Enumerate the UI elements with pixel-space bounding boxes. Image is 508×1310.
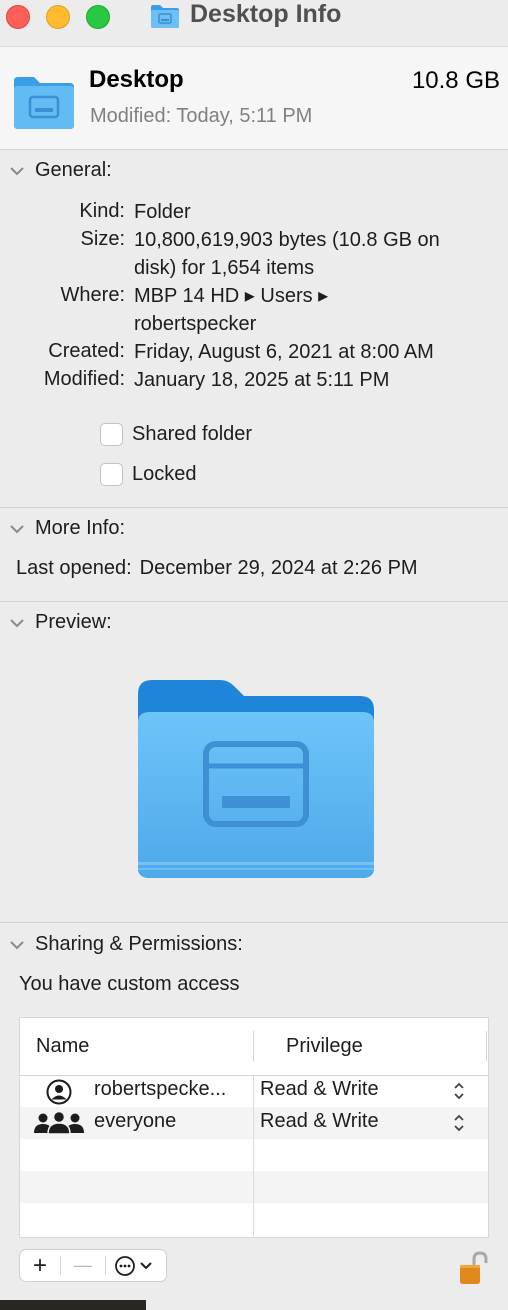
close-button[interactable] — [6, 5, 30, 29]
section-sharing[interactable]: Sharing & Permissions: — [8, 930, 243, 958]
section-sharing-label: Sharing & Permissions: — [35, 932, 243, 955]
shared-folder-label: Shared folder — [132, 423, 253, 445]
last-opened-value: December 29, 2024 at 2:26 PM — [139, 557, 418, 579]
size-value: 10,800,619,903 bytes (10.8 GB on disk) f… — [134, 226, 500, 282]
folder-icon — [151, 5, 179, 28]
zoom-button[interactable] — [86, 5, 110, 29]
locked-label: Locked — [132, 463, 197, 485]
section-general-label: General: — [35, 158, 112, 181]
info-header: Desktop 10.8 GB Modified: Today, 5:11 PM — [0, 46, 508, 150]
locked-checkbox[interactable]: Locked — [100, 463, 197, 486]
modified-value: January 18, 2025 at 5:11 PM — [134, 369, 390, 391]
permissions-toolbar: + — — [19, 1249, 167, 1282]
section-preview-label: Preview: — [35, 610, 112, 633]
created-label: Created: — [48, 340, 125, 362]
item-name: Desktop — [89, 66, 184, 93]
privilege-stepper-icon[interactable] — [452, 1112, 466, 1134]
row-privilege[interactable]: Read & Write — [260, 1110, 379, 1133]
chevron-down-icon — [10, 525, 24, 534]
divider — [0, 507, 508, 508]
item-size: 10.8 GB — [411, 67, 500, 94]
table-row-empty — [20, 1139, 488, 1171]
kind-value: Folder — [134, 201, 191, 223]
shared-folder-checkbox-box[interactable] — [100, 423, 123, 446]
size-value-line1: 10,800,619,903 bytes (10.8 GB on — [134, 229, 440, 251]
section-more-info[interactable]: More Info: — [8, 514, 125, 542]
divider — [0, 601, 508, 602]
size-label: Size: — [80, 228, 125, 250]
created-value: Friday, August 6, 2021 at 8:00 AM — [134, 341, 434, 363]
lock-icon[interactable] — [458, 1250, 490, 1286]
item-modified: Modified: Today, 5:11 PM — [90, 105, 313, 127]
section-general[interactable]: General: — [8, 156, 112, 184]
row-name: robertspecke... — [94, 1078, 227, 1100]
minimize-button[interactable] — [46, 5, 70, 29]
table-row-empty — [20, 1203, 488, 1235]
row-privilege[interactable]: Read & Write — [260, 1078, 379, 1101]
section-more-info-label: More Info: — [35, 516, 126, 539]
row-name: everyone — [94, 1110, 177, 1132]
title-bar: Desktop Info — [0, 0, 508, 46]
where-value-line1: MBP 14 HD ▸ Users ▸ — [134, 285, 329, 307]
desktop-folder-icon — [14, 77, 74, 129]
column-separator — [486, 1031, 487, 1061]
desktop-edge — [0, 1300, 146, 1310]
where-label: Where: — [60, 284, 125, 306]
access-text: You have custom access — [19, 973, 240, 995]
chevron-down-icon — [10, 167, 24, 176]
column-divider — [253, 1076, 254, 1238]
divider — [0, 922, 508, 923]
table-row[interactable]: everyone Read & Write — [20, 1107, 488, 1139]
chevron-down-icon — [10, 619, 24, 628]
window-title: Desktop Info — [190, 0, 342, 28]
column-header-name[interactable]: Name — [36, 1018, 89, 1075]
ellipsis-circle-icon — [115, 1255, 152, 1276]
shared-folder-checkbox[interactable]: Shared folder — [100, 423, 252, 446]
kind-label: Kind: — [79, 200, 125, 222]
where-value: MBP 14 HD ▸ Users ▸ robertspecker — [134, 282, 500, 338]
table-row[interactable]: robertspecke... Read & Write — [20, 1075, 488, 1107]
column-header-privilege[interactable]: Privilege — [286, 1018, 363, 1075]
chevron-down-icon — [10, 941, 24, 950]
table-row-empty — [20, 1171, 488, 1203]
permissions-table: Name Privilege robertspecke... Read & Wr… — [19, 1017, 489, 1238]
remove-button[interactable]: — — [61, 1250, 105, 1281]
group-icon — [34, 1111, 84, 1135]
privilege-stepper-icon[interactable] — [452, 1080, 466, 1102]
locked-checkbox-box[interactable] — [100, 463, 123, 486]
last-opened-label: Last opened: — [16, 557, 132, 579]
last-opened: Last opened: December 29, 2024 at 2:26 PM — [16, 557, 418, 580]
add-button[interactable]: + — [20, 1250, 60, 1281]
action-menu-button[interactable] — [106, 1250, 166, 1281]
user-icon — [46, 1079, 72, 1105]
where-value-line2: robertspecker — [134, 313, 257, 335]
column-separator — [253, 1031, 254, 1061]
preview-folder-icon — [138, 680, 374, 878]
section-preview[interactable]: Preview: — [8, 608, 112, 636]
modified-label: Modified: — [43, 368, 125, 390]
size-value-line2: disk) for 1,654 items — [134, 257, 315, 279]
